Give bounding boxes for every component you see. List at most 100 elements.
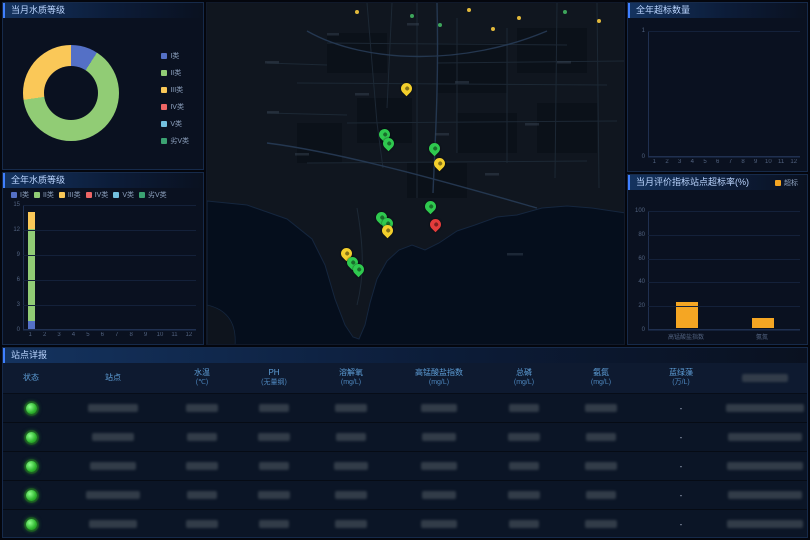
- exceed-rate-chart[interactable]: 020406080100高锰酸盐指数氨氮: [632, 209, 803, 342]
- table-cell: [311, 520, 391, 528]
- redacted-value: [258, 433, 290, 441]
- donut-hole: [44, 66, 98, 120]
- redacted-value: [508, 491, 540, 499]
- stacked-bar-segment[interactable]: [28, 229, 35, 321]
- panel-month-quality: 当月水质等级 I类II类III类IV类V类劣V类: [2, 2, 204, 170]
- status-cell: [3, 461, 59, 472]
- table-row[interactable]: -: [3, 423, 807, 452]
- legend-swatch: [86, 192, 92, 198]
- x-axis-tick: 8: [124, 332, 138, 342]
- city-map[interactable]: [206, 2, 625, 345]
- legend-item[interactable]: III类: [59, 190, 81, 200]
- x-axis-labels: 123456789101112: [648, 159, 800, 169]
- legend-label: III类: [68, 190, 81, 200]
- legend-item[interactable]: 劣V类: [139, 190, 167, 200]
- x-axis-tick: 1: [23, 332, 37, 342]
- legend-label: V类: [170, 119, 182, 129]
- table-row[interactable]: -: [3, 510, 807, 538]
- month-quality-donut-chart[interactable]: [23, 45, 119, 141]
- table-row[interactable]: -: [3, 481, 807, 510]
- legend-item[interactable]: IV类: [161, 102, 189, 112]
- legend-label: 劣V类: [148, 190, 167, 200]
- legend-label: V类: [122, 190, 134, 200]
- legend-item[interactable]: V类: [113, 190, 134, 200]
- legend-item[interactable]: III类: [161, 85, 189, 95]
- table-cell: [237, 491, 311, 499]
- column-header-label: 水温: [194, 368, 210, 378]
- status-cell: [3, 403, 59, 414]
- redacted-value: [186, 462, 218, 470]
- gridline: [23, 205, 196, 206]
- legend-swatch: [59, 192, 65, 198]
- table-cell: [59, 520, 167, 528]
- legend-label: I类: [20, 190, 29, 200]
- legend-label: IV类: [170, 102, 184, 112]
- redacted-value: [335, 404, 367, 412]
- x-axis-labels: 高锰酸盐指数氨氮: [648, 332, 800, 342]
- panel-annual-exceed-count: 全年超标数量 01123456789101112: [627, 2, 808, 172]
- annual-quality-legend: I类 II类 III类 IV类 V类 劣V类: [11, 190, 172, 200]
- map-basemap: [207, 3, 625, 345]
- redacted-value: [336, 433, 366, 441]
- column-header: 高锰酸盐指数(mg/L): [391, 368, 487, 388]
- table-cell: [391, 462, 487, 470]
- table-cell: [237, 404, 311, 412]
- redacted-value: [421, 404, 457, 412]
- table-cell: [167, 462, 237, 470]
- table-cell: [59, 404, 167, 412]
- x-axis-tick: 2: [37, 332, 51, 342]
- table-cell: [561, 404, 641, 412]
- annual-quality-chart[interactable]: 03691215123456789101112: [7, 203, 199, 342]
- x-axis-tick: 11: [167, 332, 181, 342]
- table-cell: [721, 404, 808, 412]
- x-axis-tick: 5: [81, 332, 95, 342]
- y-axis-tick: 15: [7, 202, 20, 208]
- table-cell: [391, 520, 487, 528]
- annual-exceed-chart[interactable]: 01123456789101112: [632, 29, 803, 169]
- water-quality-dashboard: 当月水质等级 I类II类III类IV类V类劣V类 全年水质等级 I类II类III…: [0, 0, 810, 540]
- table-cell: -: [641, 462, 721, 471]
- x-axis-tick: 6: [711, 159, 724, 169]
- stacked-bar-segment[interactable]: [28, 321, 35, 329]
- x-axis-tick: 7: [724, 159, 737, 169]
- column-header-label: 站点: [105, 373, 121, 383]
- table-cell: [561, 491, 641, 499]
- legend-item[interactable]: I类: [161, 51, 189, 61]
- column-header-unit: (mg/L): [514, 378, 534, 388]
- redacted-value: [259, 404, 289, 412]
- legend-item[interactable]: II类: [161, 68, 189, 78]
- x-axis-tick: 6: [95, 332, 109, 342]
- status-cell: [3, 490, 59, 501]
- legend-item[interactable]: IV类: [86, 190, 109, 200]
- stacked-bar-segment[interactable]: [28, 212, 35, 229]
- gridline: [23, 280, 196, 281]
- column-header-unit: (℃): [196, 378, 209, 388]
- table-cell: [59, 433, 167, 441]
- table-cell: -: [641, 433, 721, 442]
- legend-item[interactable]: V类: [161, 119, 189, 129]
- column-header: 水温(℃): [167, 368, 237, 388]
- column-header-label: 状态: [23, 373, 39, 383]
- rate-bar[interactable]: [752, 318, 774, 328]
- redacted-value: [335, 520, 367, 528]
- table-cell: [311, 491, 391, 499]
- legend-item[interactable]: 劣V类: [161, 136, 189, 146]
- x-axis-tick: 4: [66, 332, 80, 342]
- legend-item[interactable]: I类: [11, 190, 29, 200]
- legend-item[interactable]: 超标: [775, 178, 798, 188]
- gridline: [648, 282, 800, 283]
- y-axis-tick: 1: [632, 28, 645, 34]
- table-cell: [721, 433, 808, 441]
- table-row[interactable]: -: [3, 394, 807, 423]
- redacted-value: [335, 491, 367, 499]
- redacted-value: [727, 462, 803, 470]
- legend-item[interactable]: II类: [34, 190, 54, 200]
- table-cell: [721, 462, 808, 470]
- legend-label: I类: [170, 51, 179, 61]
- gridline: [648, 235, 800, 236]
- redacted-value: [422, 433, 456, 441]
- table-cell: [167, 491, 237, 499]
- panel-title-station-table: 站点详报: [3, 348, 807, 363]
- table-cell: [487, 520, 561, 528]
- table-row[interactable]: -: [3, 452, 807, 481]
